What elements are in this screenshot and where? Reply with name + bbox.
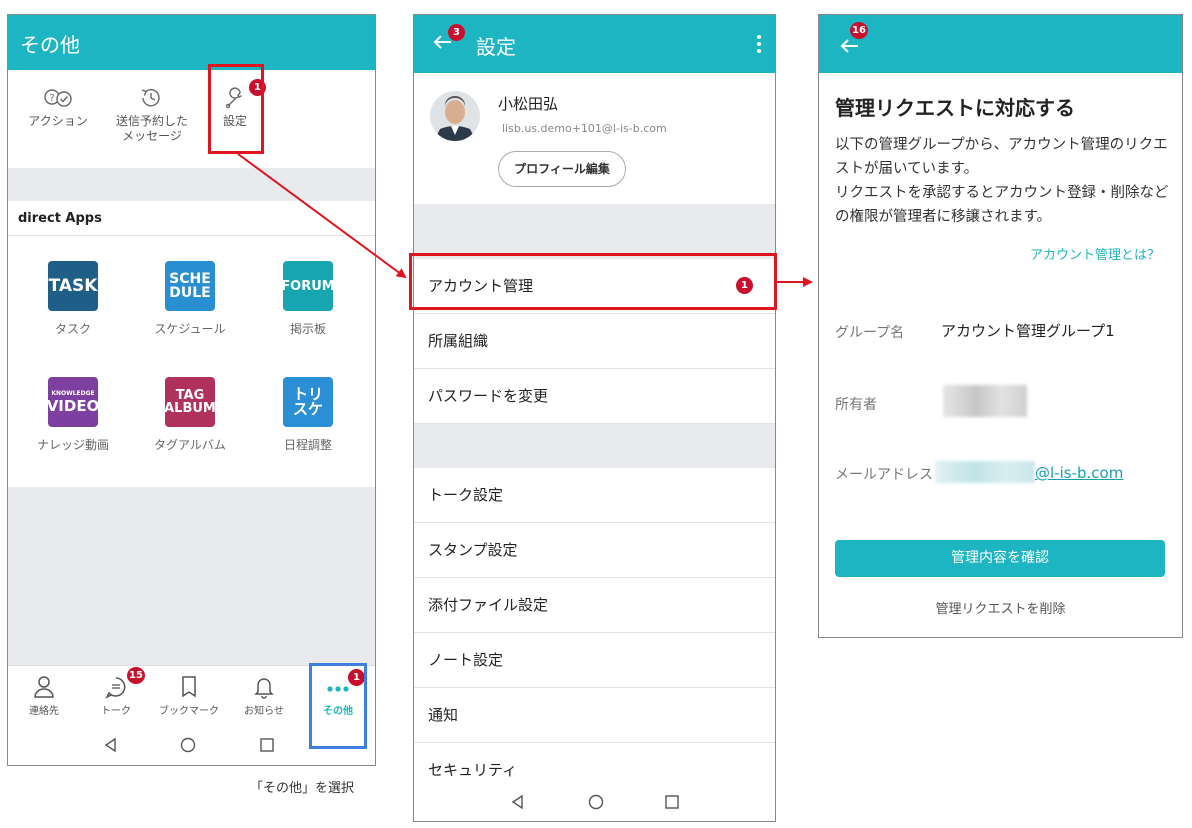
annotation-arrows — [237, 153, 813, 287]
arrow-settings-to-account — [237, 153, 407, 279]
